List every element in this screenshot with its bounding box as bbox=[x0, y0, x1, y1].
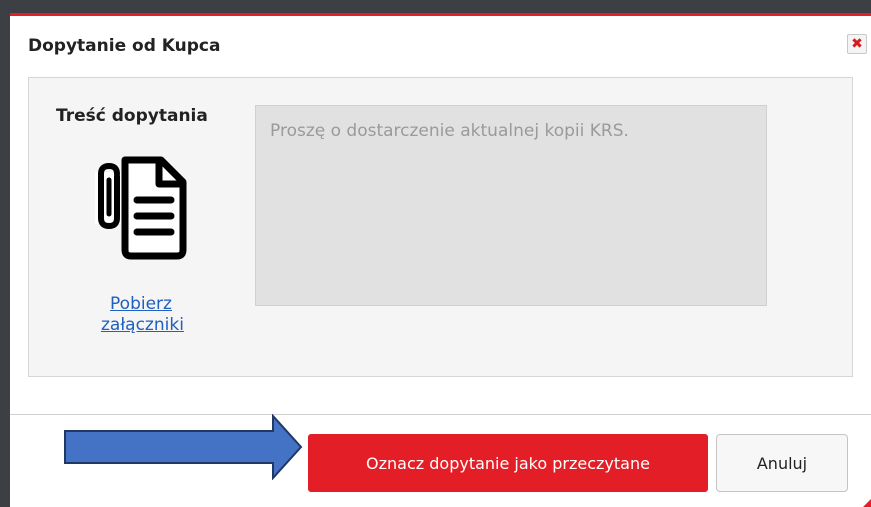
resize-handle-icon[interactable] bbox=[863, 499, 871, 507]
close-icon: ✖ bbox=[851, 36, 863, 52]
dialog-title: Dopytanie od Kupca bbox=[28, 36, 221, 56]
question-text-field: Proszę o dostarczenie aktualnej kopii KR… bbox=[255, 105, 767, 306]
mark-as-read-button[interactable]: Oznacz dopytanie jako przeczytane bbox=[308, 434, 708, 492]
cancel-button[interactable]: Anuluj bbox=[716, 434, 848, 492]
field-label: Treść dopytania bbox=[56, 106, 208, 126]
arrow-right-icon bbox=[64, 414, 303, 480]
content-panel: Treść dopytania Pobierz załączniki Prosz… bbox=[28, 77, 853, 377]
document-attachment-icon bbox=[95, 156, 187, 260]
close-button[interactable]: ✖ bbox=[847, 34, 867, 54]
download-attachments-link[interactable]: Pobierz załączniki bbox=[101, 294, 184, 336]
